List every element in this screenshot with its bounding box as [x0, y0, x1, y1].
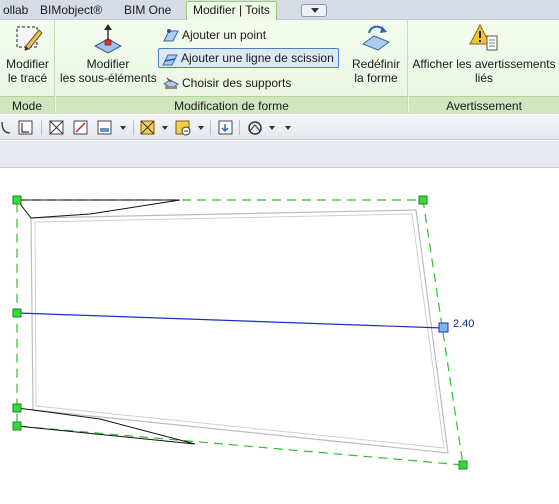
show-warnings-label-2: liés: [474, 71, 493, 85]
split-line: [16, 312, 444, 329]
roof-outline-inner: [34, 213, 445, 449]
chevron-down-icon[interactable]: [162, 126, 168, 130]
add-point-button[interactable]: Ajouter un point: [160, 25, 270, 45]
toolbar-separator: [210, 120, 211, 135]
warning-icon: [468, 22, 500, 54]
chevron-down-icon[interactable]: [198, 126, 204, 130]
sketch-boundary-dashed: [16, 199, 464, 466]
mode-panel-title: Mode: [0, 96, 54, 114]
reset-shape-button[interactable]: Redéfinir la forme: [346, 22, 406, 85]
edit-sketch-button[interactable]: Modifier le tracé: [2, 22, 53, 85]
ribbon: Modifier le tracé Mode Modifier les sous…: [0, 20, 559, 114]
hide-element-icon[interactable]: [139, 119, 157, 136]
modify-subelements-label-1: Modifier: [86, 57, 130, 71]
add-point-label: Ajouter un point: [182, 28, 267, 42]
warning-panel: Afficher les avertissements liés Avertis…: [409, 20, 559, 114]
ribbon-tab-bar: ollab BIMobject® BIM One Modifier | Toit…: [0, 0, 559, 21]
modify-subelements-button[interactable]: Modifier les sous-éléments: [60, 22, 157, 85]
edit-sketch-icon: [12, 22, 44, 54]
add-split-line-label: Ajouter une ligne de scission: [181, 51, 334, 65]
add-split-line-button[interactable]: Ajouter une ligne de scission: [158, 48, 339, 68]
quick-access-toolbar: [0, 115, 559, 140]
modify-subelements-label-2: les sous-éléments: [60, 71, 157, 85]
customize-toolbar-icon[interactable]: [285, 126, 291, 130]
mode-panel: Modifier le tracé Mode: [0, 20, 55, 114]
roof-plan-drawing: [12, 195, 468, 470]
modify-subelements-icon: [92, 22, 124, 54]
show-warnings-label-1: Afficher les avertissements: [412, 57, 556, 71]
roof-outline-outer: [30, 209, 449, 454]
tab-bimobject[interactable]: BIMobject®: [34, 2, 108, 20]
reset-shape-label-2: la forme: [354, 71, 398, 85]
split-line-grip: [438, 322, 449, 333]
show-related-warnings-button[interactable]: Afficher les avertissements liés: [409, 22, 559, 85]
drawing-canvas[interactable]: 2.40: [0, 168, 559, 504]
pick-supports-button[interactable]: Choisir des supports: [160, 73, 295, 93]
reset-shape-label-1: Redéfinir: [351, 57, 401, 71]
grip-bottom-left-1: [12, 403, 22, 413]
add-split-line-icon: [162, 51, 178, 67]
edit-sketch-label-1: Modifier: [6, 57, 49, 71]
toolbar-separator: [133, 120, 134, 135]
view-properties-icon[interactable]: [96, 119, 114, 136]
edit-sketch-label-2: le tracé: [7, 71, 48, 85]
align-tool-icon[interactable]: [0, 119, 18, 136]
shape-edit-panel-title: Modification de forme: [56, 96, 407, 114]
grip-mid-left: [12, 308, 22, 318]
grip-top-right: [418, 195, 428, 205]
add-point-icon: [163, 27, 179, 43]
grip-bottom-right: [458, 460, 468, 470]
pick-supports-label: Choisir des supports: [182, 76, 292, 90]
ribbon-display-dropdown[interactable]: [301, 4, 327, 17]
steering-wheel-icon[interactable]: [246, 119, 264, 136]
chevron-down-icon[interactable]: [269, 126, 275, 130]
shape-edit-panel: Modifier les sous-éléments Ajouter un po…: [56, 20, 408, 114]
chevron-down-icon[interactable]: [120, 126, 126, 130]
toolbar-separator: [239, 120, 240, 135]
options-bar: [0, 141, 559, 168]
thin-lines-icon[interactable]: [17, 119, 35, 136]
section-box-icon[interactable]: [48, 119, 66, 136]
warning-panel-title: Avertissement: [409, 96, 559, 114]
isolate-element-icon[interactable]: [174, 119, 192, 136]
edit-view-icon[interactable]: [72, 119, 90, 136]
tab-bim-one[interactable]: BIM One: [118, 2, 177, 20]
grip-bottom-left-2: [12, 421, 22, 431]
reveal-hidden-icon[interactable]: [217, 119, 235, 136]
pick-supports-icon: [163, 75, 179, 91]
toolbar-separator: [41, 120, 42, 135]
tab-collab[interactable]: ollab: [0, 2, 34, 20]
reset-shape-icon: [360, 22, 392, 54]
split-line-elevation-label[interactable]: 2.40: [453, 318, 474, 330]
chevron-down-icon: [311, 8, 319, 13]
grip-top-left: [12, 195, 22, 205]
tab-modifier-toits[interactable]: Modifier | Toits: [186, 1, 277, 21]
